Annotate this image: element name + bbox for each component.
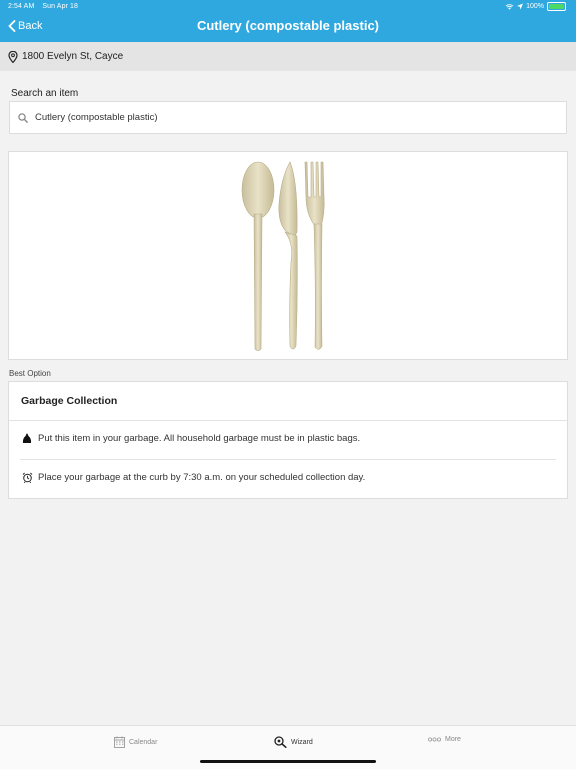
option-title: Garbage Collection (21, 395, 118, 407)
alarm-clock-icon (21, 472, 33, 483)
tab-wizard[interactable]: Wizard (274, 736, 313, 748)
wizard-search-icon (274, 736, 287, 748)
location-bar[interactable]: 1800 Evelyn St, Cayce (0, 42, 576, 71)
search-input[interactable] (33, 111, 537, 124)
instruction-text: Put this item in your garbage. All house… (38, 433, 361, 444)
battery-percent: 100% (526, 3, 544, 10)
calendar-icon (114, 736, 125, 748)
search-label: Search an item (11, 88, 79, 99)
more-icon (428, 737, 441, 742)
tab-label: Calendar (129, 738, 158, 746)
search-field[interactable] (9, 101, 567, 134)
nav-header: 2:54 AM Sun Apr 18 100% Back Cutlery (com… (0, 0, 576, 42)
location-address: 1800 Evelyn St, Cayce (22, 51, 124, 62)
home-indicator (200, 760, 376, 763)
wifi-icon (505, 4, 514, 10)
instruction-row: Put this item in your garbage. All house… (21, 433, 360, 444)
location-arrow-icon (517, 3, 524, 10)
wizard-content: Search an item Best Opti (0, 71, 576, 725)
search-icon (18, 112, 28, 123)
status-bar: 2:54 AM Sun Apr 18 (8, 3, 78, 10)
instruction-row: Place your garbage at the curb by 7:30 a… (21, 472, 365, 483)
divider (9, 420, 567, 421)
status-time: 2:54 AM (8, 3, 35, 10)
map-pin-icon (8, 50, 18, 63)
tab-calendar[interactable]: Calendar (114, 736, 157, 748)
cutlery-image (241, 161, 325, 351)
page-title: Cutlery (compostable plastic) (196, 18, 380, 33)
battery-icon (547, 2, 566, 11)
tab-more[interactable]: More (428, 736, 461, 743)
best-option-card: Garbage Collection Put this item in your… (8, 381, 568, 499)
instruction-text: Place your garbage at the curb by 7:30 a… (38, 472, 366, 483)
divider (20, 459, 556, 460)
best-option-label: Best Option (9, 369, 51, 378)
status-indicators: 100% (505, 2, 566, 11)
status-date: Sun Apr 18 (42, 3, 79, 10)
garbage-bag-icon (21, 433, 33, 444)
tab-label: More (445, 736, 461, 743)
item-image-card (8, 151, 568, 360)
tab-label: Wizard (291, 738, 313, 746)
